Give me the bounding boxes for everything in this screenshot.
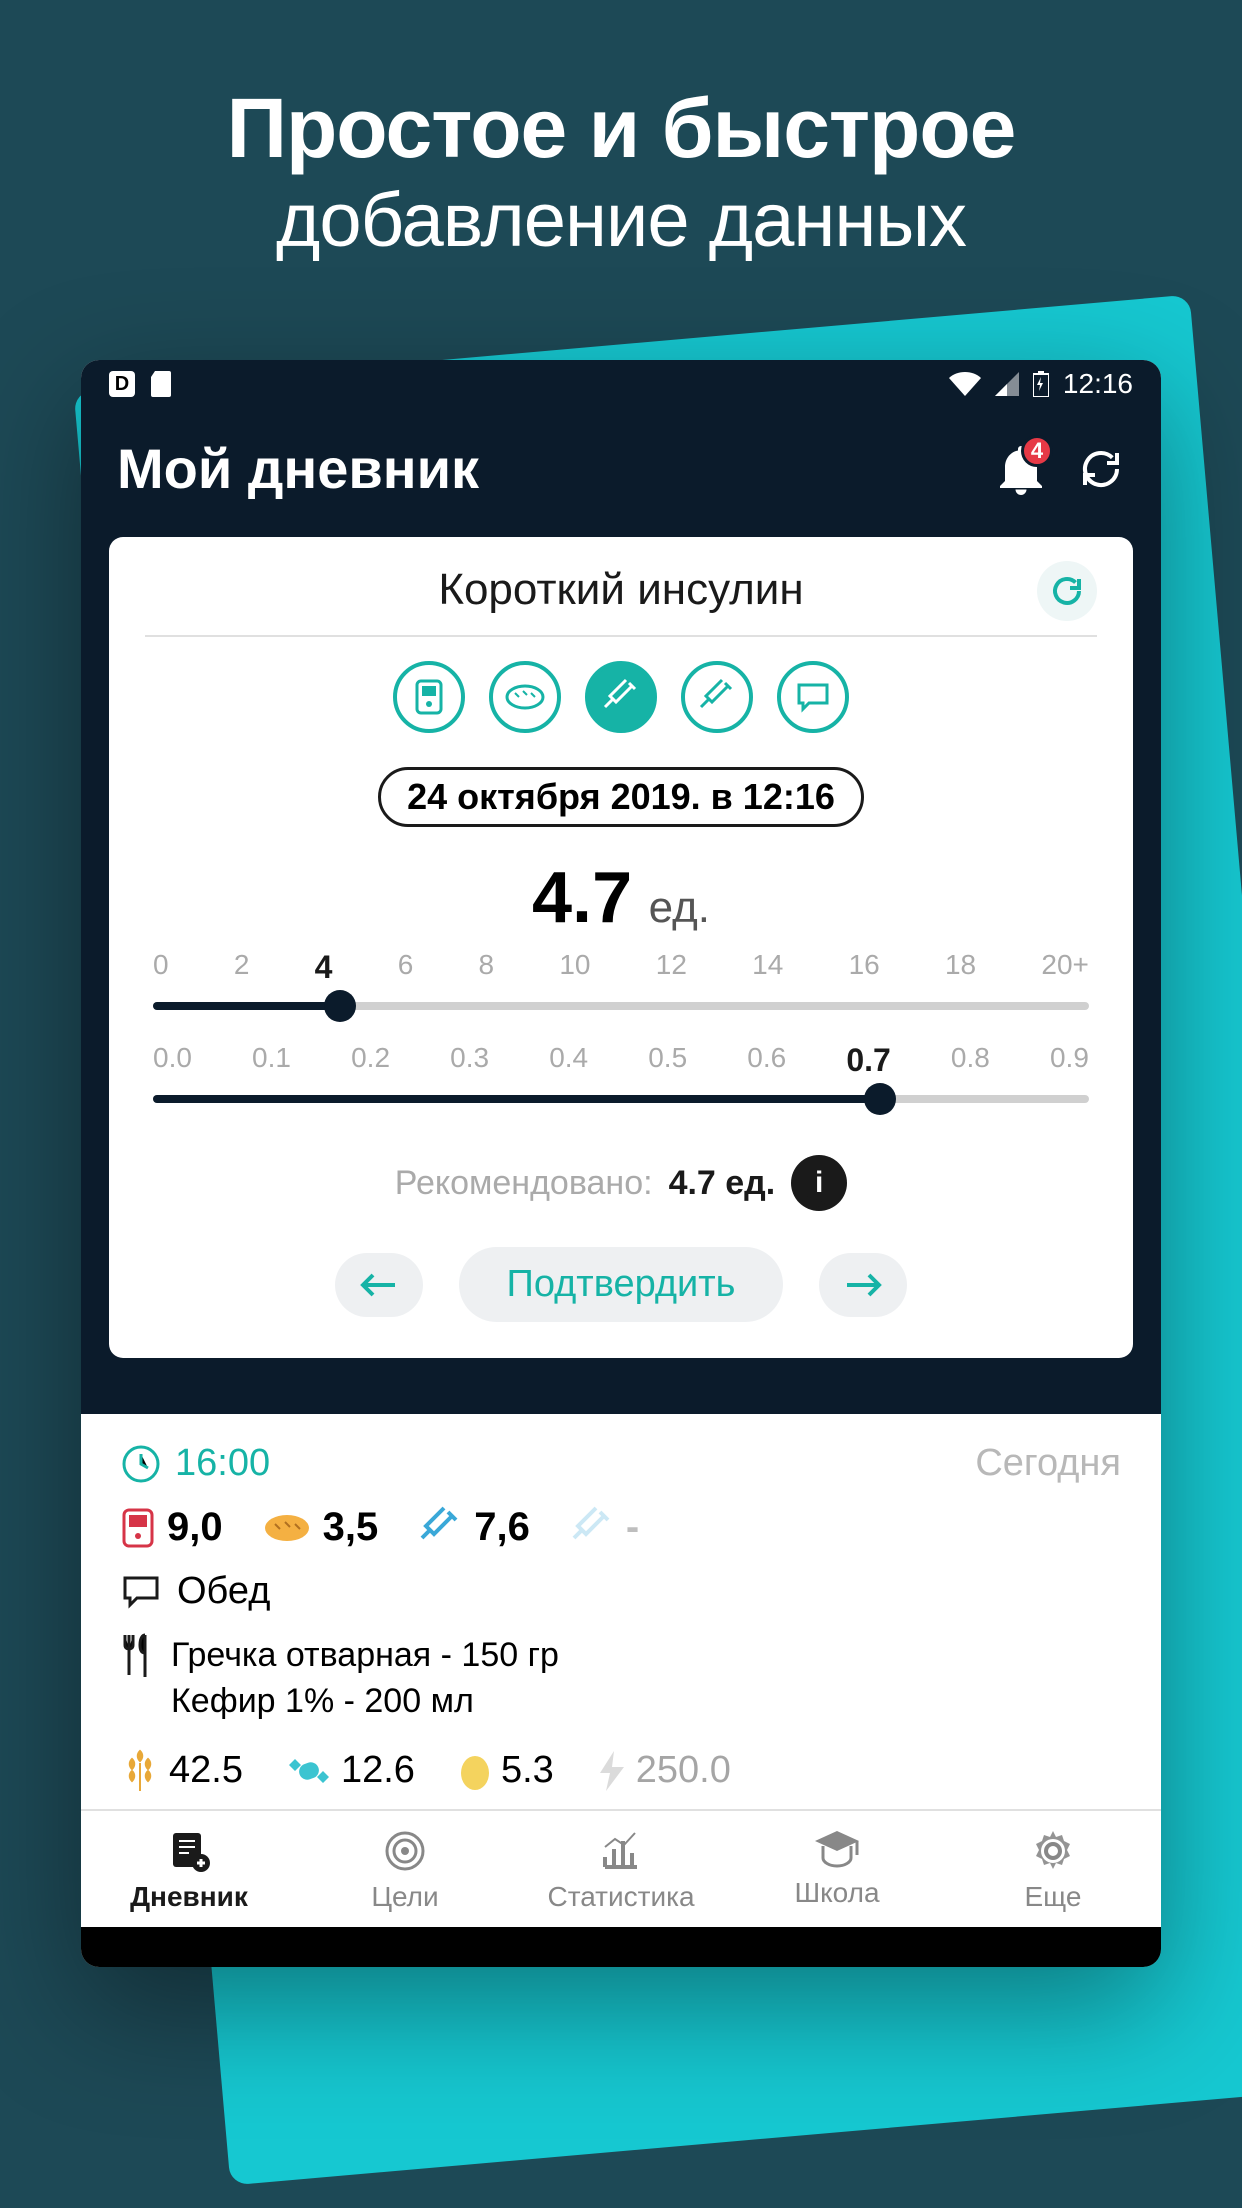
recommend-value: 4.7 ед. (669, 1164, 776, 1203)
promo-title-bold: Простое и быстрое (40, 80, 1202, 177)
metric-bread: 3,5 (263, 1505, 379, 1550)
metric-insulin-long: - (570, 1505, 639, 1550)
promo-title-light: добавление данных (40, 177, 1202, 264)
egg-icon (459, 1751, 491, 1791)
nutri-energy: 250.0 (598, 1749, 731, 1792)
android-nav-bar (81, 1927, 1161, 1967)
arrow-right-icon (843, 1271, 883, 1299)
graduation-icon (813, 1829, 861, 1869)
refresh-icon (1049, 573, 1085, 609)
arrow-left-icon (359, 1271, 399, 1299)
metric-glucose: 9,0 (121, 1505, 223, 1550)
meter-icon (121, 1508, 155, 1548)
tab-school[interactable]: Школа (729, 1811, 945, 1927)
status-bar: D 12:16 (81, 360, 1161, 408)
value-display: 4.7 ед. (145, 837, 1097, 949)
datetime-button[interactable]: 24 октября 2019. в 12:16 (378, 767, 864, 827)
meal-row: Обед (121, 1570, 1121, 1613)
confirm-button[interactable]: Подтвердить (459, 1247, 784, 1322)
recommend-label: Рекомендовано: (395, 1164, 653, 1203)
meter-icon (413, 679, 445, 715)
promo-header: Простое и быстрое добавление данных (0, 0, 1242, 304)
sync-icon[interactable] (1077, 445, 1125, 493)
battery-icon (1033, 371, 1049, 397)
value-unit: ед. (649, 883, 710, 932)
next-button[interactable] (819, 1253, 907, 1317)
tab-stats[interactable]: Статистика (513, 1811, 729, 1927)
slider-decimal-ticks: 0.00.10.20.30.40.50.60.70.80.9 (145, 1042, 1097, 1079)
notification-badge: 4 (1021, 435, 1053, 467)
notifications-button[interactable]: 4 (997, 443, 1045, 495)
slider-integer[interactable] (153, 1002, 1089, 1010)
prev-button[interactable] (335, 1253, 423, 1317)
clock-icon (121, 1444, 161, 1484)
card-refresh-button[interactable] (1037, 561, 1097, 621)
cutlery-icon (121, 1633, 155, 1677)
tab-diary[interactable]: Дневник (81, 1811, 297, 1927)
category-icons (145, 637, 1097, 757)
entry-card: Короткий инсулин (109, 537, 1133, 1358)
value-number: 4.7 (532, 858, 632, 938)
target-icon (383, 1829, 427, 1873)
sd-card-icon (151, 371, 173, 397)
syringe-icon (570, 1506, 614, 1550)
insulin-long-tab[interactable] (681, 661, 753, 733)
log-time: 16:00 (175, 1442, 270, 1485)
slider-integer-ticks: 02468101214161820+ (145, 949, 1097, 986)
nutri-fat: 5.3 (459, 1749, 554, 1792)
status-time: 12:16 (1063, 368, 1133, 400)
food-list: Гречка отварная - 150 грКефир 1% - 200 м… (171, 1633, 559, 1725)
tab-goals[interactable]: Цели (297, 1811, 513, 1927)
log-day: Сегодня (975, 1442, 1121, 1485)
card-title: Короткий инсулин (438, 565, 803, 615)
app-icon: D (109, 371, 135, 397)
page-title: Мой дневник (117, 436, 479, 501)
app-header: Мой дневник 4 (81, 408, 1161, 537)
glucose-tab[interactable] (393, 661, 465, 733)
tab-bar: Дневник Цели Статистика Школа Еще (81, 1809, 1161, 1927)
tab-more[interactable]: Еще (945, 1811, 1161, 1927)
wheat-icon (121, 1749, 159, 1793)
wifi-icon (949, 372, 981, 396)
bread-icon (505, 683, 545, 711)
bread-tab[interactable] (489, 661, 561, 733)
nutri-carbs: 42.5 (121, 1749, 243, 1793)
food-row: Гречка отварная - 150 грКефир 1% - 200 м… (121, 1633, 1121, 1725)
insulin-short-tab[interactable] (585, 661, 657, 733)
metric-insulin-short: 7,6 (418, 1505, 530, 1550)
signal-icon (995, 372, 1019, 396)
chart-icon (599, 1829, 643, 1873)
slider-decimal[interactable] (153, 1095, 1089, 1103)
info-button[interactable]: i (791, 1155, 847, 1211)
syringe-icon (601, 677, 641, 717)
comment-icon (795, 681, 831, 713)
diary-icon (167, 1829, 211, 1873)
syringe-icon (418, 1506, 462, 1550)
meal-name: Обед (177, 1570, 270, 1613)
candy-icon (287, 1755, 331, 1787)
phone-frame: D 12:16 Мой дневник 4 Короткий инсулин (81, 360, 1161, 1967)
nutri-protein: 12.6 (287, 1749, 415, 1792)
recommendation: Рекомендовано: 4.7 ед. i (145, 1135, 1097, 1231)
log-entry: 16:00 Сегодня 9,0 3,5 7,6 - (81, 1414, 1161, 1809)
syringe-icon (697, 677, 737, 717)
comment-icon (121, 1574, 161, 1610)
bread-icon (263, 1512, 311, 1544)
comment-tab[interactable] (777, 661, 849, 733)
bolt-icon (598, 1751, 626, 1791)
gear-icon (1031, 1829, 1075, 1873)
